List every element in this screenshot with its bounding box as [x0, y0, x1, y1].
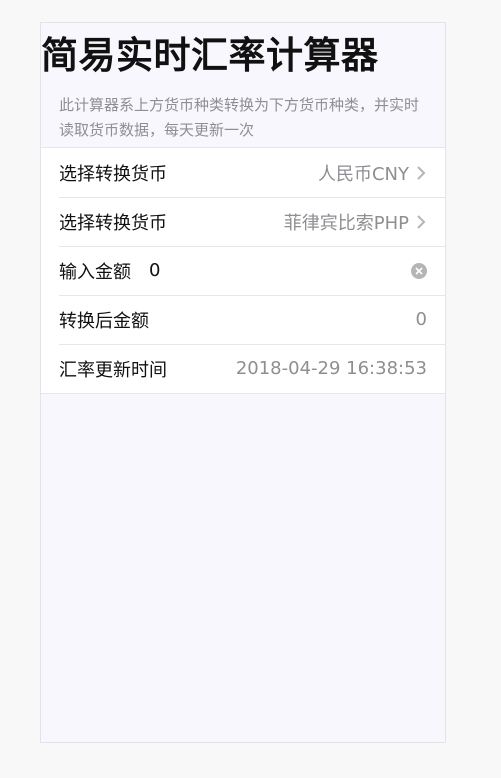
converted-label: 转换后金额: [59, 310, 149, 332]
to-currency-value: 菲律宾比索PHP: [283, 212, 409, 234]
amount-label: 输入金额: [59, 261, 131, 283]
page-description: 此计算器系上方货币种类转换为下方货币种类，并实时读取货币数据，每天更新一次: [59, 96, 420, 139]
to-currency-label: 选择转换货币: [59, 212, 167, 234]
updated-value: 2018-04-29 16:38:53: [235, 358, 427, 379]
converted-value: 0: [415, 309, 427, 330]
amount-row: 输入金额: [41, 246, 445, 295]
updated-row: 汇率更新时间 2018-04-29 16:38:53: [41, 344, 445, 393]
from-currency-picker[interactable]: 选择转换货币 人民币CNY: [41, 148, 445, 197]
chevron-right-icon: [417, 165, 426, 180]
from-currency-label: 选择转换货币: [59, 163, 167, 185]
converted-row: 转换后金额 0: [41, 295, 445, 344]
updated-label: 汇率更新时间: [59, 359, 167, 381]
from-currency-value: 人民币CNY: [317, 163, 409, 185]
clear-icon[interactable]: [411, 262, 427, 279]
calculator-panel: 简易实时汇率计算器 此计算器系上方货币种类转换为下方货币种类，并实时读取货币数据…: [40, 22, 446, 743]
to-currency-picker[interactable]: 选择转换货币 菲律宾比索PHP: [41, 197, 445, 246]
amount-input[interactable]: [149, 260, 403, 281]
form-list: 选择转换货币 人民币CNY 选择转换货币 菲律宾比索PHP 输入金额 转换后金额: [41, 147, 445, 394]
chevron-right-icon: [417, 214, 426, 229]
page-title: 简易实时汇率计算器: [41, 34, 379, 77]
